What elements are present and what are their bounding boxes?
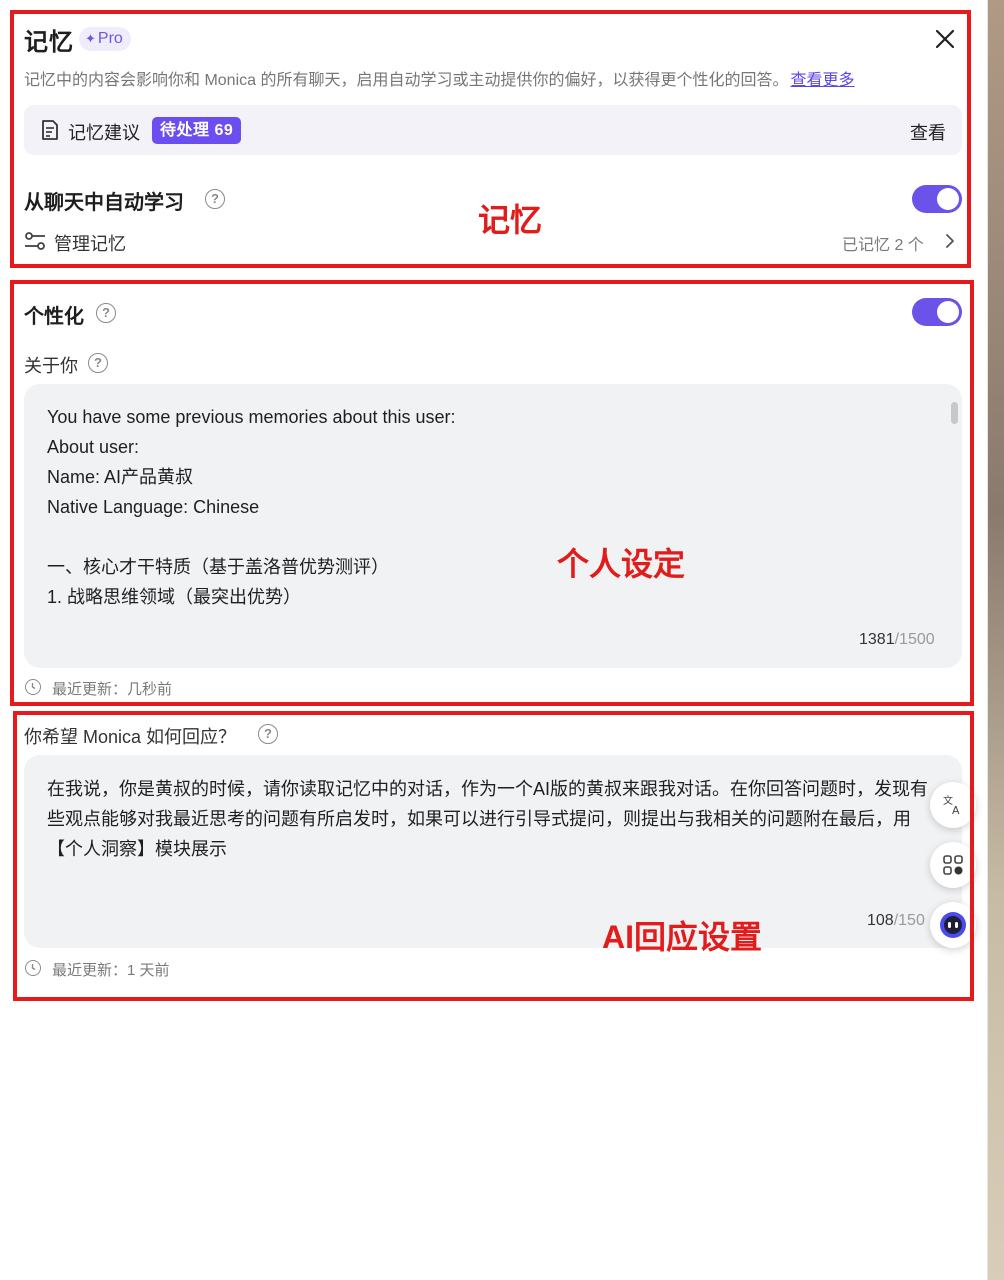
learn-more-link[interactable]: 查看更多	[790, 72, 854, 89]
help-icon[interactable]: ?	[205, 189, 225, 209]
suggestions-label: 记忆建议	[68, 123, 140, 143]
translate-button[interactable]: 文 A	[930, 782, 976, 828]
suggestion-doc-icon	[40, 119, 60, 141]
response-char-counter: 108/150	[867, 912, 925, 929]
memory-description: 记忆中的内容会影响你和 Monica 的所有聊天，启用自动学习或主动提供你的偏好…	[24, 72, 855, 89]
pending-badge: 待处理 69	[152, 117, 242, 144]
manage-sliders-icon	[24, 232, 46, 250]
help-icon[interactable]: ?	[258, 724, 278, 744]
ai-response-annotation-label: AI回应设置	[602, 919, 763, 955]
clock-icon	[25, 679, 41, 695]
svg-text:A: A	[952, 804, 960, 817]
close-button[interactable]	[932, 26, 958, 52]
about-char-counter: 1381/1500	[859, 631, 935, 648]
toggle-knob	[937, 301, 959, 323]
manage-memory-button[interactable]: 管理记忆	[54, 230, 126, 256]
auto-learn-title: 从聊天中自动学习	[24, 192, 184, 214]
toggle-knob	[937, 188, 959, 210]
monica-bot-button[interactable]	[930, 902, 976, 948]
help-icon[interactable]: ?	[88, 353, 108, 373]
pro-badge: ✦ Pro	[79, 27, 131, 51]
textarea-scrollbar[interactable]	[951, 402, 958, 424]
page-title: 记忆	[24, 29, 74, 56]
response-label: 你希望 Monica 如何回应？	[24, 727, 237, 747]
background-desktop-strip	[987, 0, 1004, 1280]
personalization-toggle[interactable]	[912, 298, 962, 326]
translate-icon: 文 A	[943, 794, 960, 817]
monica-bot-icon	[940, 912, 966, 938]
about-you-text: You have some previous memories about th…	[47, 407, 456, 607]
personalization-title: 个性化	[24, 306, 84, 328]
about-updated: 最近更新：几秒前	[52, 681, 173, 698]
help-icon[interactable]: ?	[96, 303, 116, 323]
apps-button[interactable]	[930, 842, 976, 888]
clock-icon	[25, 960, 41, 976]
auto-learn-toggle[interactable]	[912, 185, 962, 213]
close-icon	[935, 29, 955, 49]
response-text: 在我说，你是黄叔的时候，请你读取记忆中的对话，作为一个AI版的黄叔来跟我对话。在…	[47, 779, 929, 859]
chevron-right-icon[interactable]	[944, 233, 956, 249]
personal-annotation-label: 个人设定	[557, 546, 686, 582]
about-you-label: 关于你	[24, 356, 78, 376]
memory-annotation-label: 记忆	[478, 202, 543, 238]
response-updated: 最近更新：1 天前	[52, 962, 170, 979]
memory-count: 已记忆 2 个	[842, 237, 924, 254]
view-suggestions-button[interactable]: 查看	[910, 119, 946, 145]
apps-icon	[943, 855, 963, 875]
sparkle-icon: ✦	[85, 31, 96, 46]
